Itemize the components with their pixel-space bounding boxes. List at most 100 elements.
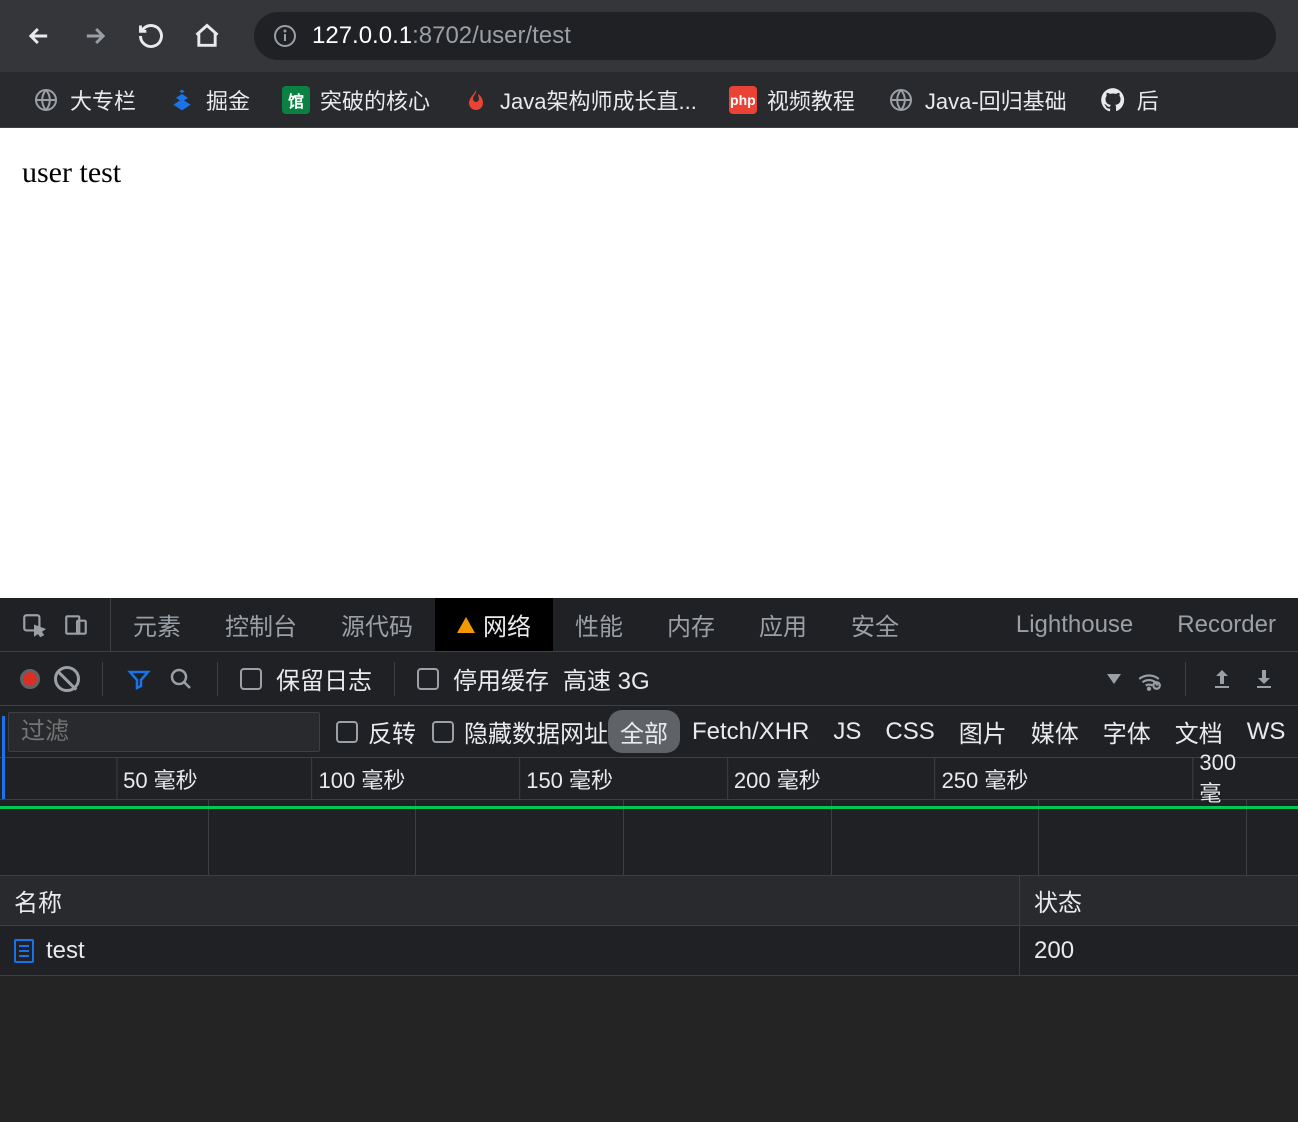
devtools-tab-bar: 元素 控制台 源代码 网络 性能 内存 应用 安全 Lighthouse Rec…	[0, 598, 1298, 652]
forward-button[interactable]	[78, 19, 112, 53]
bookmark-dazhuanlan[interactable]: 大专栏	[22, 78, 146, 122]
divider	[1185, 662, 1186, 696]
site-info-icon[interactable]	[272, 23, 298, 49]
tab-lighthouse[interactable]: Lighthouse	[994, 598, 1155, 651]
preserve-log-checkbox[interactable]	[240, 668, 262, 690]
timeline-load-line	[0, 806, 1298, 809]
home-button[interactable]	[190, 19, 224, 53]
globe-icon	[32, 86, 60, 114]
back-button[interactable]	[22, 19, 56, 53]
address-bar[interactable]: 127.0.0.1:8702/user/test	[254, 12, 1276, 60]
hide-data-urls-checkbox[interactable]: 隐藏数据网址	[432, 714, 608, 749]
disable-cache-checkbox[interactable]	[417, 668, 439, 690]
record-button[interactable]	[20, 669, 40, 689]
filter-type-media[interactable]: 媒体	[1019, 710, 1091, 753]
inspect-element-icon[interactable]	[20, 611, 48, 639]
bookmark-video[interactable]: php 视频教程	[719, 78, 865, 122]
document-icon	[14, 939, 34, 963]
browser-toolbar: 127.0.0.1:8702/user/test	[0, 0, 1298, 72]
tab-sources[interactable]: 源代码	[319, 598, 435, 651]
clear-button[interactable]	[54, 666, 80, 692]
filter-type-css[interactable]: CSS	[873, 714, 946, 750]
column-name-header[interactable]: 名称	[0, 876, 1020, 925]
bookmarks-bar: 大专栏 掘金 馆 突破的核心 Java架构师成长直... php 视频教程 Ja…	[0, 72, 1298, 128]
tab-label: 控制台	[225, 607, 297, 642]
timeline-tick: 250 毫秒	[942, 763, 1039, 795]
tab-performance[interactable]: 性能	[553, 598, 645, 651]
invert-label: 反转	[368, 714, 416, 749]
bookmark-juejin[interactable]: 掘金	[158, 78, 260, 122]
invert-checkbox[interactable]: 反转	[336, 714, 416, 749]
tab-label: 性能	[575, 607, 623, 642]
network-request-row[interactable]: test 200	[0, 926, 1298, 976]
tab-label: 内存	[667, 607, 715, 642]
reload-button[interactable]	[134, 19, 168, 53]
globe-icon	[887, 86, 915, 114]
tab-elements[interactable]: 元素	[111, 598, 203, 651]
dropdown-icon[interactable]	[1107, 674, 1121, 684]
throttling-select[interactable]: 高速 3G	[563, 661, 650, 696]
tab-application[interactable]: 应用	[737, 598, 829, 651]
github-icon	[1099, 86, 1127, 114]
php-icon: php	[729, 86, 757, 114]
filter-icon[interactable]	[125, 665, 153, 693]
network-empty-area	[0, 976, 1298, 1122]
tab-network[interactable]: 网络	[435, 598, 553, 651]
device-toggle-icon[interactable]	[62, 611, 90, 639]
bookmark-java-basics[interactable]: Java-回归基础	[877, 78, 1077, 122]
filter-type-fetchxhr[interactable]: Fetch/XHR	[680, 714, 821, 750]
column-status-header[interactable]: 状态	[1020, 876, 1298, 925]
timeline-cursor	[2, 716, 5, 799]
tab-label: 应用	[759, 607, 807, 642]
filter-type-doc[interactable]: 文档	[1163, 710, 1235, 753]
tab-label: Lighthouse	[1016, 611, 1133, 639]
download-har-icon[interactable]	[1250, 665, 1278, 693]
hide-data-urls-label: 隐藏数据网址	[464, 714, 608, 749]
timeline-tick: 150 毫秒	[526, 763, 623, 795]
disable-cache-label: 停用缓存	[453, 661, 549, 696]
filter-type-all[interactable]: 全部	[608, 710, 680, 753]
preserve-log-label: 保留日志	[276, 661, 372, 696]
upload-har-icon[interactable]	[1208, 665, 1236, 693]
tab-recorder[interactable]: Recorder	[1155, 598, 1298, 651]
timeline-tick: 200 毫秒	[734, 763, 831, 795]
bookmark-label: 后	[1137, 84, 1159, 116]
filter-type-js[interactable]: JS	[821, 714, 873, 750]
network-table-header: 名称 状态	[0, 876, 1298, 926]
tab-label: 安全	[851, 607, 899, 642]
tab-label: 元素	[133, 607, 181, 642]
network-toolbar: 保留日志 停用缓存 高速 3G	[0, 652, 1298, 706]
search-icon[interactable]	[167, 665, 195, 693]
bookmark-label: 掘金	[206, 84, 250, 116]
fire-icon	[462, 86, 490, 114]
bookmark-github[interactable]: 后	[1089, 78, 1169, 122]
green-box-icon: 馆	[282, 86, 310, 114]
filter-input[interactable]	[8, 712, 320, 752]
url-text: 127.0.0.1:8702/user/test	[312, 22, 571, 50]
tab-console[interactable]: 控制台	[203, 598, 319, 651]
bookmark-tupo[interactable]: 馆 突破的核心	[272, 78, 440, 122]
filter-type-img[interactable]: 图片	[947, 710, 1019, 753]
tab-security[interactable]: 安全	[829, 598, 921, 651]
throttling-value: 高速 3G	[563, 661, 650, 696]
page-content: user test	[0, 128, 1298, 598]
filter-type-font[interactable]: 字体	[1091, 710, 1163, 753]
bookmark-label: Java-回归基础	[925, 84, 1067, 116]
request-status: 200	[1020, 926, 1298, 975]
bookmark-java-arch[interactable]: Java架构师成长直...	[452, 78, 707, 122]
devtools-panel: 元素 控制台 源代码 网络 性能 内存 应用 安全 Lighthouse Rec…	[0, 598, 1298, 1122]
network-conditions-icon[interactable]	[1135, 665, 1163, 693]
juejin-icon	[168, 86, 196, 114]
tab-memory[interactable]: 内存	[645, 598, 737, 651]
filter-type-ws[interactable]: WS	[1235, 714, 1298, 750]
url-path: :8702/user/test	[412, 22, 571, 49]
tab-label: Recorder	[1177, 611, 1276, 639]
bookmark-label: 视频教程	[767, 84, 855, 116]
warning-icon	[457, 617, 475, 633]
tab-label: 网络	[483, 607, 531, 642]
timeline-tick: 300 毫	[1199, 750, 1246, 808]
bookmark-label: Java架构师成长直...	[500, 84, 697, 116]
timeline-tick: 50 毫秒	[123, 763, 208, 795]
network-timeline[interactable]: 50 毫秒 100 毫秒 150 毫秒 200 毫秒 250 毫秒 300 毫	[0, 758, 1298, 876]
bookmark-label: 大专栏	[70, 84, 136, 116]
